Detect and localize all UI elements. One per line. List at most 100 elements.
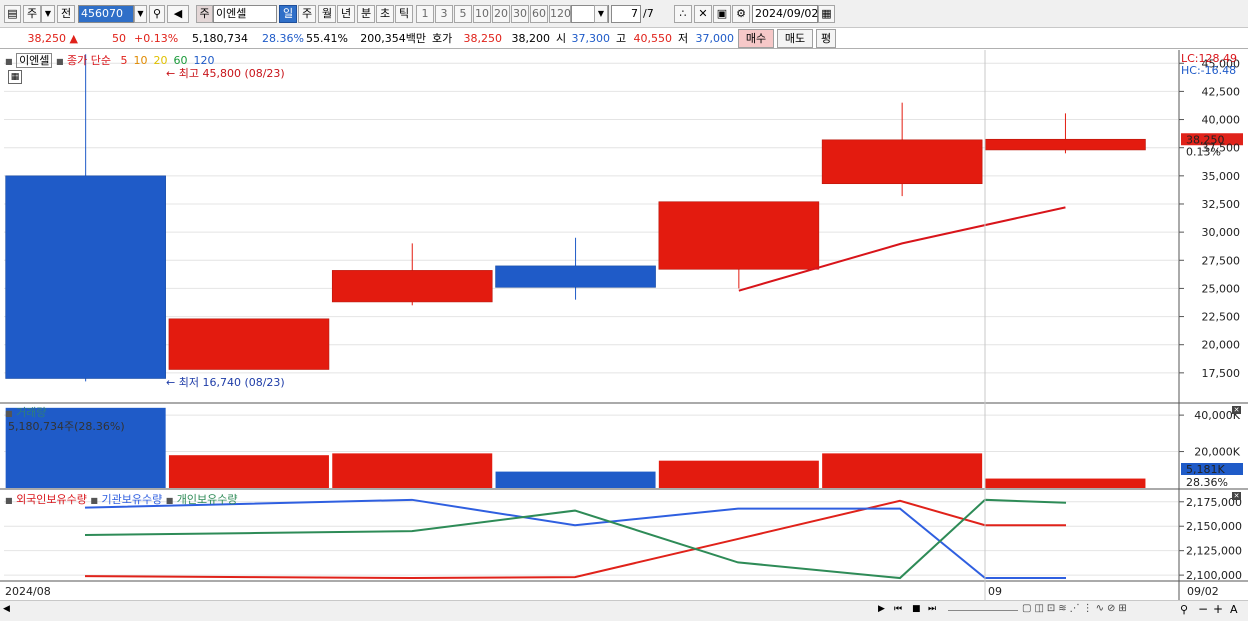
crosshair-icon[interactable]: ✕: [694, 5, 712, 23]
stock-name-value: 이엔셀: [216, 7, 247, 20]
stock-name-field[interactable]: 이엔셀: [213, 5, 277, 23]
legend-institution[interactable]: 기관보유수량: [101, 493, 162, 506]
period-tab[interactable]: 일: [279, 5, 297, 23]
volume-bar: [822, 453, 983, 488]
calendar-icon[interactable]: ▦: [818, 5, 835, 23]
ask-price: 38,250: [463, 32, 503, 45]
zoom-out-icon[interactable]: −: [1198, 602, 1208, 616]
interval-tab[interactable]: 5: [454, 5, 472, 23]
prev-label: 전: [60, 7, 72, 20]
interval-tab[interactable]: 60: [530, 5, 548, 23]
legend-bullet-icon: ■: [90, 496, 98, 505]
y-tick-label: 35,000: [1202, 170, 1241, 183]
y-tick-label: 22,500: [1202, 311, 1241, 324]
high-annotation: ← 최고 45,800 (08/23): [166, 67, 285, 80]
x-axis-right-label: 09/02: [1187, 585, 1219, 598]
stock-code-input[interactable]: 456070: [78, 5, 134, 23]
interval-tab[interactable]: 30: [511, 5, 529, 23]
period-tab[interactable]: 월: [318, 5, 336, 23]
period-tab[interactable]: 주: [298, 5, 316, 23]
interval-tab[interactable]: 20: [492, 5, 510, 23]
gear-icon[interactable]: ⚙: [732, 5, 750, 23]
interval-tab[interactable]: 120: [549, 5, 571, 23]
volume-bar: [168, 455, 329, 488]
link-icon[interactable]: ∴: [674, 5, 692, 23]
candle-body: [495, 265, 656, 288]
y-tick-label: 25,000: [1202, 282, 1241, 295]
legend-stock-name[interactable]: 이엔셀: [16, 53, 53, 68]
text-tool-icon[interactable]: A: [1230, 603, 1238, 616]
stock-code-value: 456070: [81, 7, 123, 20]
legend-bullet-icon: ■: [55, 57, 64, 66]
volume-info: 5,180,734주(28.36%): [8, 420, 125, 433]
interval-tab[interactable]: 3: [435, 5, 453, 23]
candle-body: [821, 139, 983, 185]
high-annotation-text: 최고 45,800 (08/23): [178, 67, 285, 80]
chart-area[interactable]: 38,2500.13% 5,181K28.36% 45,00042,50040,…: [0, 50, 1248, 600]
eval-button[interactable]: 평: [816, 29, 836, 48]
legend-bullet-icon: ■: [5, 496, 13, 505]
chevron-down-icon[interactable]: ▼: [41, 5, 55, 23]
stock-type-badge: 주: [196, 5, 213, 23]
y-tick-label: 20,000: [1202, 339, 1241, 352]
date-value: 2024/09/02: [755, 7, 819, 20]
period-tab[interactable]: 초: [376, 5, 394, 23]
page-input[interactable]: 7: [611, 5, 641, 23]
candle-body: [168, 318, 330, 370]
date-input[interactable]: 2024/09/02: [752, 5, 818, 23]
low-price: 37,000: [695, 32, 735, 45]
period-tab[interactable]: 틱: [395, 5, 413, 23]
legend-ma-period[interactable]: 5: [120, 54, 127, 67]
legend-individual[interactable]: 개인보유수량: [177, 493, 238, 506]
y-tick-label: 2,100,000: [1186, 569, 1242, 582]
ask-label: 호가: [432, 32, 453, 45]
close-icon[interactable]: ✕: [1232, 406, 1241, 414]
scroll-end-icon[interactable]: ⏭: [928, 604, 936, 614]
close-icon[interactable]: ✕: [1232, 492, 1241, 500]
zoom-slider[interactable]: [948, 610, 1018, 611]
candle-body: [985, 138, 1146, 151]
market-mode-label: 주: [26, 7, 38, 20]
page-value: 7: [631, 7, 638, 20]
zoom-icon[interactable]: ⚲: [1180, 603, 1188, 616]
scroll-start-icon[interactable]: ⏮: [894, 604, 902, 614]
prev-button[interactable]: 전: [57, 5, 75, 23]
period-tab[interactable]: 분: [357, 5, 375, 23]
legend-ma-period[interactable]: 10: [133, 54, 147, 67]
open-label: 시: [556, 32, 567, 45]
main-toolbar: ▤ 주 ▼ 전 456070 ▼ ⚲ ◀ 주 이엔셀 일주월년분초틱 1 3 5 10…: [0, 0, 1248, 28]
hc-value: HC:-16.48: [1181, 64, 1237, 77]
zoom-in-icon[interactable]: +: [1213, 602, 1223, 616]
drawing-tools-icon[interactable]: ▢◫⊡≋⋰⋮∿⊘⊞: [1022, 603, 1130, 614]
buy-button[interactable]: 매수: [738, 29, 774, 48]
x-axis-mid-label: 09: [988, 585, 1002, 598]
interval-tab[interactable]: 1: [416, 5, 434, 23]
speaker-icon[interactable]: ◀: [167, 5, 189, 23]
open-price: 37,300: [571, 32, 611, 45]
interval-tab[interactable]: 10: [473, 5, 491, 23]
y-tick-label: 30,000: [1202, 226, 1241, 239]
scroll-left-icon[interactable]: ◀: [3, 604, 10, 614]
y-tick-label: 17,500: [1202, 367, 1241, 380]
save-icon[interactable]: ▣: [713, 5, 731, 23]
candle-body: [5, 175, 166, 379]
stop-icon[interactable]: ■: [912, 604, 921, 614]
legend-foreign[interactable]: 외국인보유수량: [16, 493, 87, 506]
search-icon[interactable]: ⚲: [149, 5, 165, 23]
window-menu-icon[interactable]: ▤: [4, 5, 21, 23]
turnover-percent: 28.36%: [262, 32, 304, 45]
scroll-right-icon[interactable]: ▶: [878, 604, 885, 614]
high-price: 40,550: [633, 32, 673, 45]
holding-legend: ■ 외국인보유수량 ■ 기관보유수량 ■ 개인보유수량: [5, 491, 238, 507]
candle-body: [331, 270, 493, 303]
x-axis-left-label: 2024/08: [5, 585, 51, 598]
grid-toggle-icon[interactable]: ▦: [8, 70, 22, 84]
volume-bar: [985, 478, 1146, 488]
code-dropdown-icon[interactable]: ▼: [134, 5, 147, 23]
period-tab[interactable]: 년: [337, 5, 355, 23]
sell-button[interactable]: 매도: [777, 29, 813, 48]
legend-ma-label[interactable]: 종가 단순: [67, 54, 111, 67]
interval-dropdown-icon[interactable]: ▼: [594, 5, 608, 23]
bottom-scrollbar[interactable]: ◀ ▶ ⏮ ■ ⏭ ▢◫⊡≋⋰⋮∿⊘⊞ ⚲ − + A: [0, 600, 1248, 621]
market-mode-select[interactable]: 주: [23, 5, 41, 23]
